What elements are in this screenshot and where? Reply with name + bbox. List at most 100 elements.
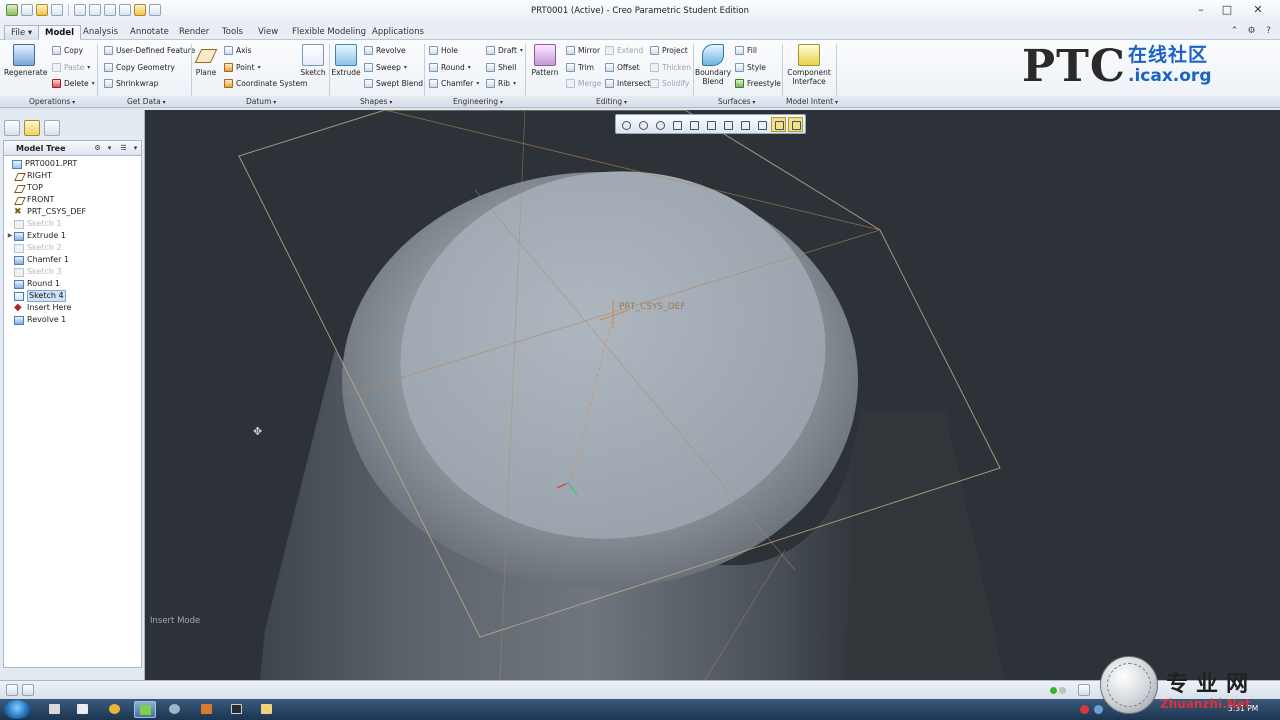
merge-button[interactable]: Merge [566, 78, 601, 89]
group-editing[interactable]: Editing [596, 97, 627, 106]
delete-button[interactable]: Delete ▾ [52, 78, 95, 89]
swept-blend-button[interactable]: Swept Blend [364, 78, 423, 89]
coordinate-system-button[interactable]: Coordinate System [224, 78, 307, 89]
tree-node-round-1[interactable]: Round 1 [14, 278, 60, 290]
tree-node-sketch-4[interactable]: Sketch 4 [14, 290, 66, 302]
group-get-data[interactable]: Get Data [127, 97, 166, 106]
group-surfaces[interactable]: Surfaces [718, 97, 755, 106]
group-datum[interactable]: Datum [246, 97, 276, 106]
axis-button[interactable]: Axis [224, 45, 252, 56]
favorites-tab-icon[interactable] [44, 120, 60, 136]
pattern-button[interactable]: Pattern [525, 44, 565, 77]
trim-button[interactable]: Trim [566, 62, 594, 73]
saved-orientations-icon[interactable] [703, 117, 718, 132]
taskbar-app-folder[interactable] [256, 701, 278, 718]
fill-button[interactable]: Fill [735, 45, 757, 56]
freestyle-button[interactable]: Freestyle [735, 78, 781, 89]
selection-filter-icon[interactable] [1078, 684, 1090, 696]
solidify-button[interactable]: Solidify [650, 78, 689, 89]
annotation-display-icon[interactable] [788, 116, 803, 132]
tree-node-extrude-1[interactable]: ▶ Extrude 1 [6, 230, 66, 242]
tab-model[interactable]: Model [38, 25, 82, 40]
tree-node-revolve-1[interactable]: Revolve 1 [14, 314, 66, 326]
show-browser-icon[interactable] [22, 684, 34, 696]
help-icon[interactable]: ? [1263, 26, 1274, 37]
group-model-intent[interactable]: Model Intent [786, 97, 838, 106]
tree-node-right[interactable]: RIGHT [14, 170, 52, 182]
minimize-ribbon-icon[interactable]: ⌃ [1229, 26, 1240, 37]
taskbar-app-tool[interactable] [196, 701, 218, 718]
rib-button[interactable]: Rib ▾ [486, 78, 516, 89]
tree-node-sketch-2[interactable]: Sketch 2 [14, 242, 62, 254]
user-defined-feature-button[interactable]: User-Defined Feature [104, 45, 195, 56]
tab-render[interactable]: Render [173, 25, 215, 40]
folder-browser-tab-icon[interactable] [24, 120, 40, 136]
mirror-button[interactable]: Mirror [566, 45, 600, 56]
show-navigator-icon[interactable] [6, 684, 18, 696]
sweep-button[interactable]: Sweep ▾ [364, 62, 407, 73]
draft-button[interactable]: Draft ▾ [486, 45, 523, 56]
tray-security-icon[interactable] [1080, 705, 1089, 714]
tree-settings-icon[interactable]: ⚙ [92, 143, 103, 154]
tree-node-part[interactable]: PRT0001.PRT [4, 158, 77, 170]
taskbar-app-desktop[interactable] [72, 701, 94, 718]
shell-button[interactable]: Shell [486, 62, 516, 73]
display-style-icon[interactable] [686, 117, 701, 132]
model-tree-tab-icon[interactable] [4, 120, 20, 136]
offset-button[interactable]: Offset [605, 62, 640, 73]
taskbar-app-creo[interactable] [134, 701, 156, 718]
datum-display-icon[interactable] [754, 117, 769, 132]
settings-icon[interactable]: ⚙ [1246, 26, 1257, 37]
tree-settings-dropdown-icon[interactable]: ▾ [104, 143, 115, 154]
regenerate-button[interactable]: Regenerate [4, 44, 47, 77]
copy-button[interactable]: Copy [52, 45, 83, 56]
zoom-out-icon[interactable] [652, 117, 667, 132]
group-shapes[interactable]: Shapes [360, 97, 392, 106]
refit-icon[interactable] [618, 117, 633, 132]
close-icon[interactable]: ✕ [1240, 0, 1276, 18]
hole-button[interactable]: Hole [429, 45, 458, 56]
taskbar-app-terminal[interactable] [226, 701, 248, 718]
spin-center-icon[interactable] [771, 116, 786, 132]
style-button[interactable]: Style [735, 62, 766, 73]
taskbar-app-browser[interactable] [104, 701, 126, 718]
round-button[interactable]: Round ▾ [429, 62, 471, 73]
minimize-icon[interactable]: – [1188, 0, 1214, 18]
tray-network-icon[interactable] [1094, 705, 1103, 714]
tab-tools[interactable]: Tools [216, 25, 249, 40]
model-canvas[interactable] [145, 110, 1280, 680]
copy-geometry-button[interactable]: Copy Geometry [104, 62, 175, 73]
tab-flexible-modeling[interactable]: Flexible Modeling [286, 25, 372, 40]
project-button[interactable]: Project [650, 45, 688, 56]
shrinkwrap-button[interactable]: Shrinkwrap [104, 78, 158, 89]
boundary-blend-button[interactable]: Boundary Blend [693, 44, 733, 86]
zoom-in-icon[interactable] [635, 117, 650, 132]
group-engineering[interactable]: Engineering [453, 97, 503, 106]
tree-node-csys[interactable]: PRT_CSYS_DEF [14, 206, 86, 218]
tree-node-sketch-3[interactable]: Sketch 3 [14, 266, 62, 278]
tree-columns-dropdown-icon[interactable]: ▾ [130, 143, 141, 154]
tab-view[interactable]: View [252, 25, 284, 40]
intersect-button[interactable]: Intersect [605, 78, 650, 89]
start-button-icon[interactable] [4, 700, 30, 719]
maximize-icon[interactable]: □ [1214, 0, 1240, 18]
point-button[interactable]: Point ▾ [224, 62, 261, 73]
tree-node-insert-here[interactable]: Insert Here [14, 302, 71, 314]
graphics-viewport[interactable]: PRT_CSYS_DEF Insert Mode ✥ [145, 110, 1280, 680]
expand-icon[interactable]: ▶ [6, 230, 14, 242]
extend-button[interactable]: Extend [605, 45, 643, 56]
chamfer-button[interactable]: Chamfer ▾ [429, 78, 479, 89]
tab-file[interactable]: File ▾ [4, 25, 40, 40]
view-manager-icon[interactable] [720, 117, 735, 132]
extrude-button[interactable]: Extrude [326, 44, 366, 77]
thicken-button[interactable]: Thicken [650, 62, 691, 73]
tree-node-top[interactable]: TOP [14, 182, 43, 194]
tab-annotate[interactable]: Annotate [124, 25, 175, 40]
tab-applications[interactable]: Applications [366, 25, 430, 40]
tree-node-front[interactable]: FRONT [14, 194, 54, 206]
group-operations[interactable]: Operations [29, 97, 75, 106]
perspective-icon[interactable] [737, 117, 752, 132]
taskbar-app-media[interactable] [164, 701, 186, 718]
taskbar-app-explorer[interactable] [44, 701, 66, 718]
component-interface-button[interactable]: Component Interface [786, 44, 832, 86]
